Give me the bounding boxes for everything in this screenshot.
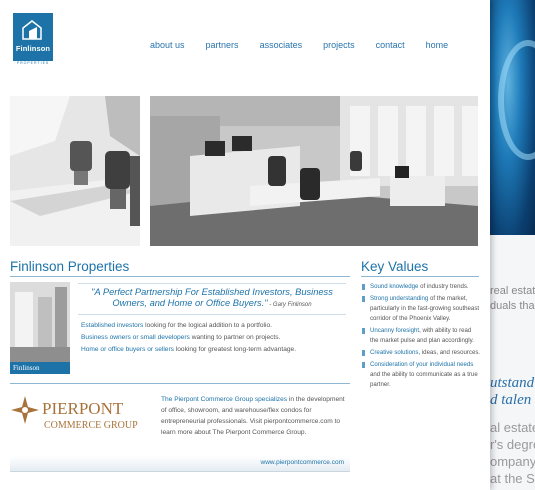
office-photo-right [150,96,478,246]
list-item: Sound knowledge of industry trends. [361,282,481,292]
nav-home[interactable]: home [426,40,449,50]
pierpont-description: The Pierpont Commerce Group specializes … [161,394,351,438]
value-highlight[interactable]: Sound knowledge [370,283,418,290]
bullet-icon [362,350,365,356]
logo-wordmark: Finlinson [15,44,51,53]
key-values-list: Sound knowledge of industry trends. Stro… [361,282,481,392]
list-item: Home or office buyers or sellers looking… [81,344,351,356]
value-text: and the ability to communicate as a true… [370,371,478,388]
finlinson-logo[interactable]: Finlinson [13,13,53,61]
nav-contact[interactable]: contact [376,40,405,50]
quote-author: - Gary Finlinson [267,302,312,308]
house-icon [22,20,42,40]
background-page: real estat duals tha utstand d talen al … [490,0,535,490]
list-item: Business owners or small developers want… [81,332,351,344]
section-divider [361,276,479,277]
bullet-icon [362,328,365,334]
bullet-icon [362,284,365,290]
nav-projects[interactable]: projects [323,40,355,50]
main-page: Finlinson PROPERTIES about us partners a… [0,0,490,490]
pierpont-logo[interactable]: PIERPONT COMMERCE GROUP [10,392,160,437]
pierpont-url-bar: www.pierpontcommerce.com [10,456,350,472]
background-text: real estat [490,285,535,297]
list-item: Creative solutions, ideas, and resources… [361,348,481,358]
partnership-quote: "A Perfect Partnership For Established I… [78,283,346,315]
list-item-text: wanting to partner on projects. [189,334,281,341]
section-title-finlinson: Finlinson Properties [10,259,130,274]
nav-about-us[interactable]: about us [150,40,185,50]
nav-partners[interactable]: partners [206,40,239,50]
value-highlight[interactable]: Creative solutions [370,349,418,356]
background-heading: d talen [490,392,532,408]
value-text: of industry trends. [418,283,469,290]
background-text: al estate [490,420,535,435]
pierpont-logo-word: PIERPONT [42,399,124,418]
logo-subtitle: PROPERTIES [16,61,50,65]
pierpont-url-link[interactable]: www.pierpontcommerce.com [261,459,344,466]
list-item-text: looking for greatest long-term advantage… [173,346,297,353]
background-hero-image [490,0,535,235]
value-text: , ideas, and resources. [418,349,481,356]
nav-associates[interactable]: associates [260,40,303,50]
section-divider [10,383,350,384]
list-item-highlight[interactable]: Established investors [81,322,143,329]
list-item-highlight[interactable]: Business owners or small developers [81,334,190,341]
section-title-key-values: Key Values [361,259,429,274]
thumbnail-caption: Finlinson [10,362,70,374]
list-item: Uncanny foresight, with ability to read … [361,326,481,346]
office-photo-left [10,96,140,246]
compass-icon [11,396,39,424]
list-item: Strong understanding of the market, part… [361,294,481,324]
value-highlight[interactable]: Consideration of your individual needs [370,361,473,368]
building-thumbnail [10,282,70,362]
value-highlight[interactable]: Strong understanding [370,295,428,302]
audience-list: Established investors looking for the lo… [81,320,351,356]
background-text: duals tha [490,300,535,312]
list-item-highlight[interactable]: Home or office buyers or sellers [81,346,174,353]
section-divider [10,276,350,277]
bullet-icon [362,362,365,368]
background-heading: utstand [490,375,535,391]
pierpont-highlight[interactable]: The Pierpont Commerce Group specializes [161,396,287,403]
pierpont-logo-subword: COMMERCE GROUP [44,420,138,431]
background-text: r's degre [490,437,535,452]
list-item: Consideration of your individual needs a… [361,360,481,390]
background-text: at the Sa [490,471,535,486]
value-highlight[interactable]: Uncanny foresight [370,327,419,334]
list-item-text: looking for the logical addition to a po… [143,322,272,329]
background-text: ompany a [490,454,535,469]
top-nav: about us partners associates projects co… [150,40,469,50]
bullet-icon [362,296,365,302]
list-item: Established investors looking for the lo… [81,320,351,332]
